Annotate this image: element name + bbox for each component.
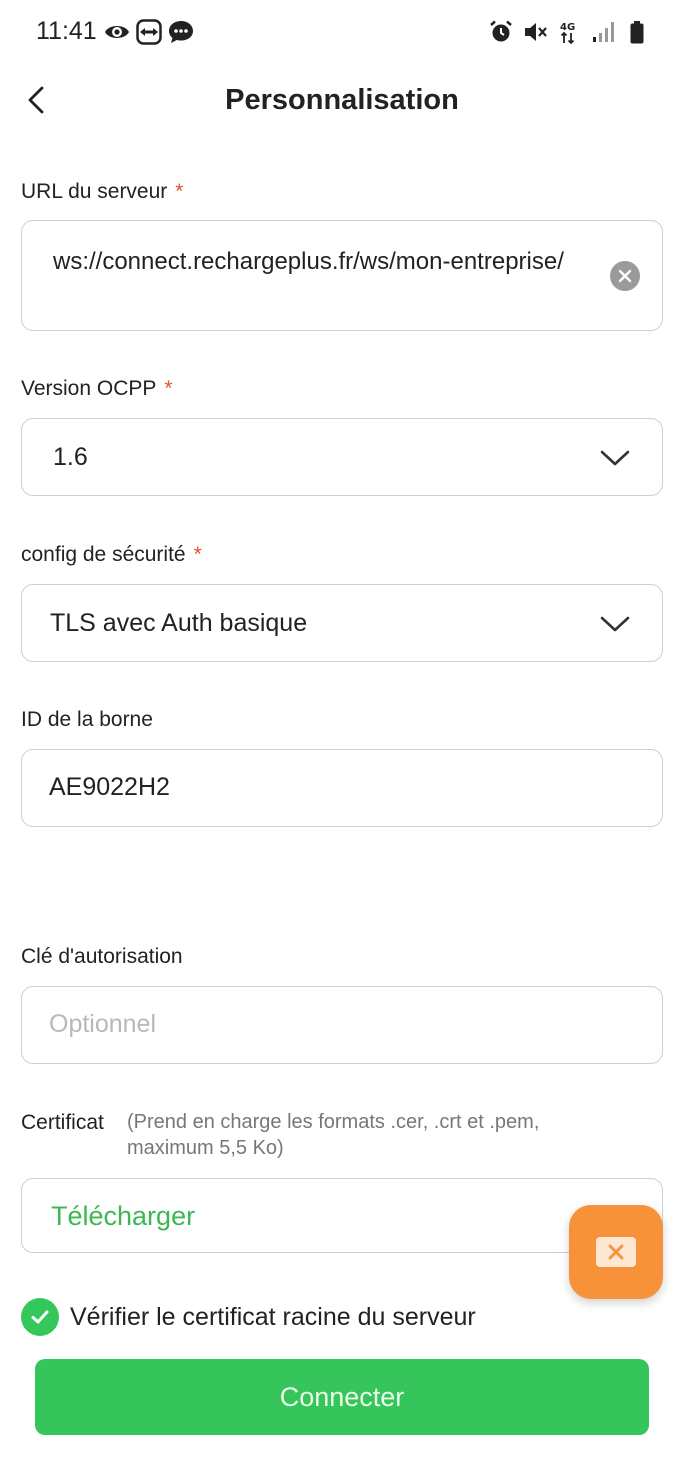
page-title: Personnalisation — [225, 84, 459, 116]
ocpp-version-value: 1.6 — [53, 443, 88, 471]
verify-root-cert-label: Vérifier le certificat racine du serveur — [70, 1302, 476, 1331]
required-mark: * — [193, 543, 202, 566]
network-label: 4G — [560, 22, 575, 33]
floating-close-button[interactable] — [569, 1205, 663, 1299]
status-bar: 11:41 4G — [0, 0, 684, 64]
required-mark: * — [175, 180, 184, 203]
ocpp-version-label-text: Version OCPP — [21, 377, 157, 400]
close-icon — [608, 1244, 624, 1260]
teamviewer-icon — [136, 19, 162, 45]
server-url-label-text: URL du serveur — [21, 180, 168, 203]
clear-circle-icon — [618, 269, 632, 283]
security-config-value: TLS avec Auth basique — [50, 609, 308, 637]
chevron-down-icon — [600, 616, 630, 632]
header: Personnalisation — [0, 64, 684, 136]
certificate-hint: (Prend en charge les formats .cer, .crt … — [127, 1111, 540, 1159]
signal-icon — [593, 22, 614, 42]
server-url-value[interactable]: ws://connect.rechargeplus.fr/ws/mon-entr… — [53, 246, 593, 277]
station-id-label: ID de la borne — [21, 708, 153, 731]
required-mark: * — [164, 377, 173, 400]
status-right-icons: 4G — [488, 19, 650, 45]
security-config-label-text: config de sécurité — [21, 543, 186, 566]
certificate-upload-field[interactable]: Télécharger — [21, 1178, 663, 1253]
mute-icon — [525, 23, 547, 41]
station-id-input[interactable] — [49, 750, 639, 825]
certificate-label: Certificat — [21, 1111, 104, 1134]
server-url-field[interactable]: ws://connect.rechargeplus.fr/ws/mon-entr… — [21, 220, 663, 331]
ocpp-version-select[interactable]: 1.6 — [21, 418, 663, 496]
station-id-field[interactable] — [21, 749, 663, 827]
close-box-icon — [596, 1237, 636, 1267]
status-time: 11:41 — [36, 17, 97, 45]
alarm-icon — [490, 20, 512, 42]
chevron-down-icon — [600, 450, 630, 466]
connect-button[interactable]: Connecter — [35, 1359, 649, 1435]
check-glyph — [31, 1310, 49, 1324]
checkmark-icon — [21, 1298, 59, 1336]
server-url-label: URL du serveur * — [21, 180, 183, 204]
security-config-label: config de sécurité * — [21, 543, 202, 567]
auth-key-input[interactable] — [49, 987, 639, 1062]
status-left-icons — [104, 19, 194, 45]
battery-icon — [630, 21, 644, 44]
auth-key-field[interactable] — [21, 986, 663, 1064]
eye-icon — [105, 26, 129, 38]
4g-data-icon: 4G — [560, 22, 575, 45]
verify-root-cert-checkbox[interactable]: Vérifier le certificat racine du serveur — [21, 1298, 476, 1336]
chat-bubble-icon — [169, 21, 193, 43]
upload-link[interactable]: Télécharger — [51, 1201, 195, 1232]
auth-key-label: Clé d'autorisation — [21, 945, 183, 968]
clear-url-button[interactable] — [610, 261, 640, 291]
security-config-select[interactable]: TLS avec Auth basique — [21, 584, 663, 662]
ocpp-version-label: Version OCPP * — [21, 377, 173, 401]
